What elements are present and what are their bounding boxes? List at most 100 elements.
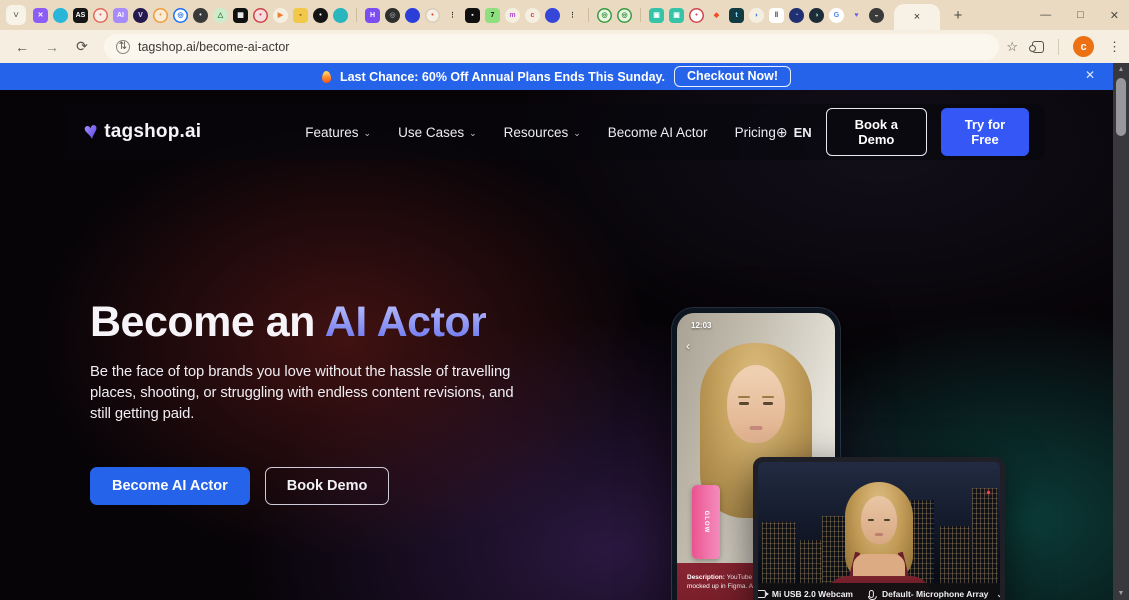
microphone-label: Default- Microphone Array — [881, 589, 989, 599]
pinned-tab[interactable]: • — [425, 7, 440, 23]
nav-item-become-ai-actor[interactable]: Become AI Actor — [608, 125, 708, 140]
forward-button[interactable]: → — [40, 39, 64, 55]
nav-item-use-cases[interactable]: Use Cases ⌄ — [398, 125, 477, 140]
banner-close-icon[interactable]: ✕ — [1085, 68, 1095, 82]
page-scrollbar[interactable]: ▲ ▼ — [1113, 63, 1129, 600]
pinned-tab[interactable] — [405, 7, 420, 23]
pinned-tab[interactable]: ▪ — [293, 7, 308, 23]
pinned-tab[interactable]: ▦ — [233, 7, 248, 23]
pinned-tab[interactable]: • — [313, 7, 328, 23]
pinned-tab[interactable]: 7 — [485, 7, 500, 23]
scroll-up-icon[interactable]: ▲ — [1113, 66, 1129, 73]
become-ai-actor-button[interactable]: Become AI Actor — [90, 467, 250, 506]
chevron-down-icon: ˅ — [13, 9, 19, 21]
pinned-tab[interactable]: ◗ — [749, 7, 764, 23]
pinned-tab[interactable]: ◒ — [869, 7, 884, 23]
pinned-tab[interactable]: ◎ — [597, 7, 612, 23]
pinned-tab[interactable] — [545, 7, 560, 23]
hero-description: Be the face of top brands you love witho… — [90, 364, 514, 423]
bookmark-star-icon[interactable]: ☆ — [1006, 39, 1018, 55]
reload-button[interactable]: ⟳ — [70, 38, 94, 55]
language-selector[interactable]: ⊕ EN — [776, 124, 812, 141]
try-for-free-button[interactable]: Try for Free — [941, 108, 1029, 156]
pinned-tab[interactable]: ‖ — [769, 7, 784, 23]
window-controls: — □ ✕ — [1040, 0, 1119, 30]
book-a-demo-button[interactable]: Book a Demo — [825, 108, 927, 156]
pinned-tab[interactable]: ◎ — [173, 7, 188, 23]
pinned-tab[interactable]: H — [365, 7, 380, 23]
nav-item-pricing[interactable]: Pricing — [735, 125, 776, 140]
browser-window: ˅ ✕ AS • AI V • ◎ • △ ▦ • ▶ ▪ • H ◎ • ⋮ ▪ 7 m c ⋮ ◎ ◎ ▣ ▣ • ◆ t ◗ ‖ ◔ ◑ G ♥… — [0, 0, 1129, 600]
microphone-select[interactable]: Default- Microphone Array ⌄ — [867, 589, 1004, 600]
pinned-tab[interactable]: ✕ — [33, 7, 48, 23]
nav-item-resources[interactable]: Resources ⌄ — [504, 125, 581, 140]
hero-cta-row: Become AI Actor Book Demo — [90, 467, 560, 506]
nav-menu: Features ⌄ Use Cases ⌄ Resources ⌄ Become AI A… — [305, 125, 776, 140]
site-info-icon[interactable]: ⇅ — [116, 39, 130, 54]
book-demo-button[interactable]: Book Demo — [264, 467, 390, 506]
extensions-icon[interactable] — [1029, 40, 1044, 53]
close-window-button[interactable]: ✕ — [1110, 9, 1119, 22]
new-tab-button[interactable]: + — [946, 3, 970, 27]
pinned-tab[interactable] — [53, 7, 68, 23]
toolbar-divider — [1058, 38, 1059, 55]
pinned-tab[interactable]: m — [505, 7, 520, 23]
woman-face — [727, 365, 785, 443]
tab-separator — [640, 8, 641, 22]
close-tab-icon[interactable]: × — [914, 11, 920, 23]
pinned-tab[interactable]: ▣ — [669, 7, 684, 23]
tagshop-logo[interactable]: ♥ tagshop.ai — [82, 117, 201, 146]
pinned-tab[interactable]: ♥ — [849, 8, 864, 23]
promo-text: Last Chance: 60% Off Annual Plans Ends T… — [339, 69, 666, 84]
pinned-tab[interactable]: ▪ — [465, 7, 480, 23]
pinned-tab[interactable]: AI — [113, 7, 128, 23]
pinned-tab[interactable]: ◔ — [789, 7, 804, 23]
tab-separator — [356, 8, 357, 22]
antenna-light — [987, 491, 990, 494]
tab-search-button[interactable]: ˅ — [6, 5, 26, 25]
pinned-tab[interactable]: • — [689, 7, 704, 23]
city-night-backdrop — [758, 462, 1000, 600]
address-bar[interactable]: ⇅ tagshop.ai/become-ai-actor — [104, 33, 999, 60]
language-label: EN — [793, 124, 812, 140]
pinned-tab[interactable]: ⋮ — [445, 8, 460, 23]
chevron-down-icon: ⌄ — [363, 127, 372, 138]
webcam-preview: Mi USB 2.0 Webcam Default- Microphone Ar… — [753, 457, 1005, 600]
chevron-down-icon: ⌄ — [573, 127, 581, 138]
scroll-down-icon[interactable]: ▼ — [1113, 590, 1129, 597]
flame-icon — [321, 70, 332, 83]
pinned-tab[interactable]: ⋮ — [565, 8, 580, 23]
pinned-tab[interactable]: • — [193, 7, 208, 23]
pinned-tab[interactable]: • — [253, 7, 268, 23]
pinned-tab[interactable]: t — [729, 7, 744, 23]
product-label: GLOW — [703, 510, 709, 534]
maximize-button[interactable]: □ — [1077, 9, 1084, 21]
back-button[interactable]: ← — [10, 39, 34, 55]
nav-item-features[interactable]: Features ⌄ — [305, 125, 371, 140]
chevron-down-icon: ⌄ — [996, 589, 1004, 599]
pinned-tab[interactable]: • — [93, 7, 108, 23]
active-tab[interactable]: × — [894, 4, 940, 30]
checkout-now-button[interactable]: Checkout Now! — [674, 66, 792, 87]
browser-menu-icon[interactable]: ⋮ — [1108, 39, 1121, 55]
pinned-tab[interactable]: • — [153, 7, 168, 23]
pinned-tab[interactable]: ◆ — [709, 8, 724, 23]
pinned-tab[interactable]: ▣ — [649, 7, 664, 23]
profile-avatar[interactable]: c — [1073, 36, 1094, 57]
pinned-tab[interactable]: V — [133, 7, 148, 23]
pinned-tab[interactable]: AS — [73, 7, 88, 23]
pinned-tab[interactable]: ◎ — [385, 7, 400, 23]
browser-toolbar: ← → ⟳ ⇅ tagshop.ai/become-ai-actor — [0, 30, 1129, 63]
pinned-tab[interactable]: ◑ — [809, 7, 824, 23]
pinned-tab[interactable]: ◎ — [617, 7, 632, 23]
back-chevron-icon[interactable]: ‹ — [686, 339, 690, 353]
minimize-button[interactable]: — — [1040, 9, 1051, 21]
pinned-tab[interactable]: G — [829, 7, 844, 23]
pinned-tab[interactable]: ▶ — [273, 7, 288, 23]
pinned-tab[interactable]: c — [525, 7, 540, 23]
url-text[interactable]: tagshop.ai/become-ai-actor — [138, 40, 289, 54]
scrollbar-thumb[interactable] — [1116, 78, 1126, 136]
camera-select[interactable]: Mi USB 2.0 Webcam — [758, 589, 853, 599]
pinned-tab[interactable] — [333, 7, 348, 23]
pinned-tab[interactable]: △ — [213, 7, 228, 23]
